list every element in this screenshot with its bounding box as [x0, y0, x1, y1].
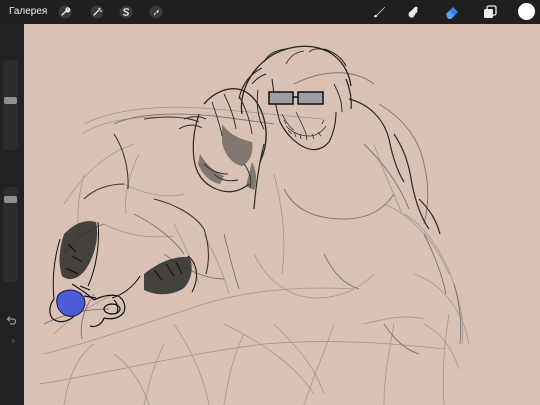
smudge-icon[interactable] [404, 3, 422, 21]
brush-opacity-thumb[interactable] [4, 196, 17, 203]
color-picker-button[interactable] [518, 3, 535, 20]
top-toolbar: Галерея [0, 0, 540, 24]
gallery-button[interactable]: Галерея [9, 5, 47, 18]
sketch-artwork [24, 24, 540, 405]
undo-icon[interactable] [5, 313, 17, 325]
redo-icon[interactable] [5, 333, 17, 344]
left-sidebar [0, 24, 24, 405]
selection-s-icon[interactable] [117, 3, 135, 21]
brush-icon[interactable] [370, 3, 388, 21]
brush-size-slider[interactable] [3, 60, 18, 150]
eraser-icon[interactable] [443, 3, 461, 21]
brush-size-thumb[interactable] [4, 97, 17, 104]
magic-wand-icon[interactable] [88, 3, 106, 21]
layers-icon[interactable] [481, 3, 499, 21]
arrow-cursor-icon[interactable] [147, 3, 165, 21]
drawing-canvas[interactable] [24, 24, 540, 405]
brush-opacity-slider[interactable] [3, 187, 18, 282]
wrench-icon[interactable] [56, 3, 74, 21]
